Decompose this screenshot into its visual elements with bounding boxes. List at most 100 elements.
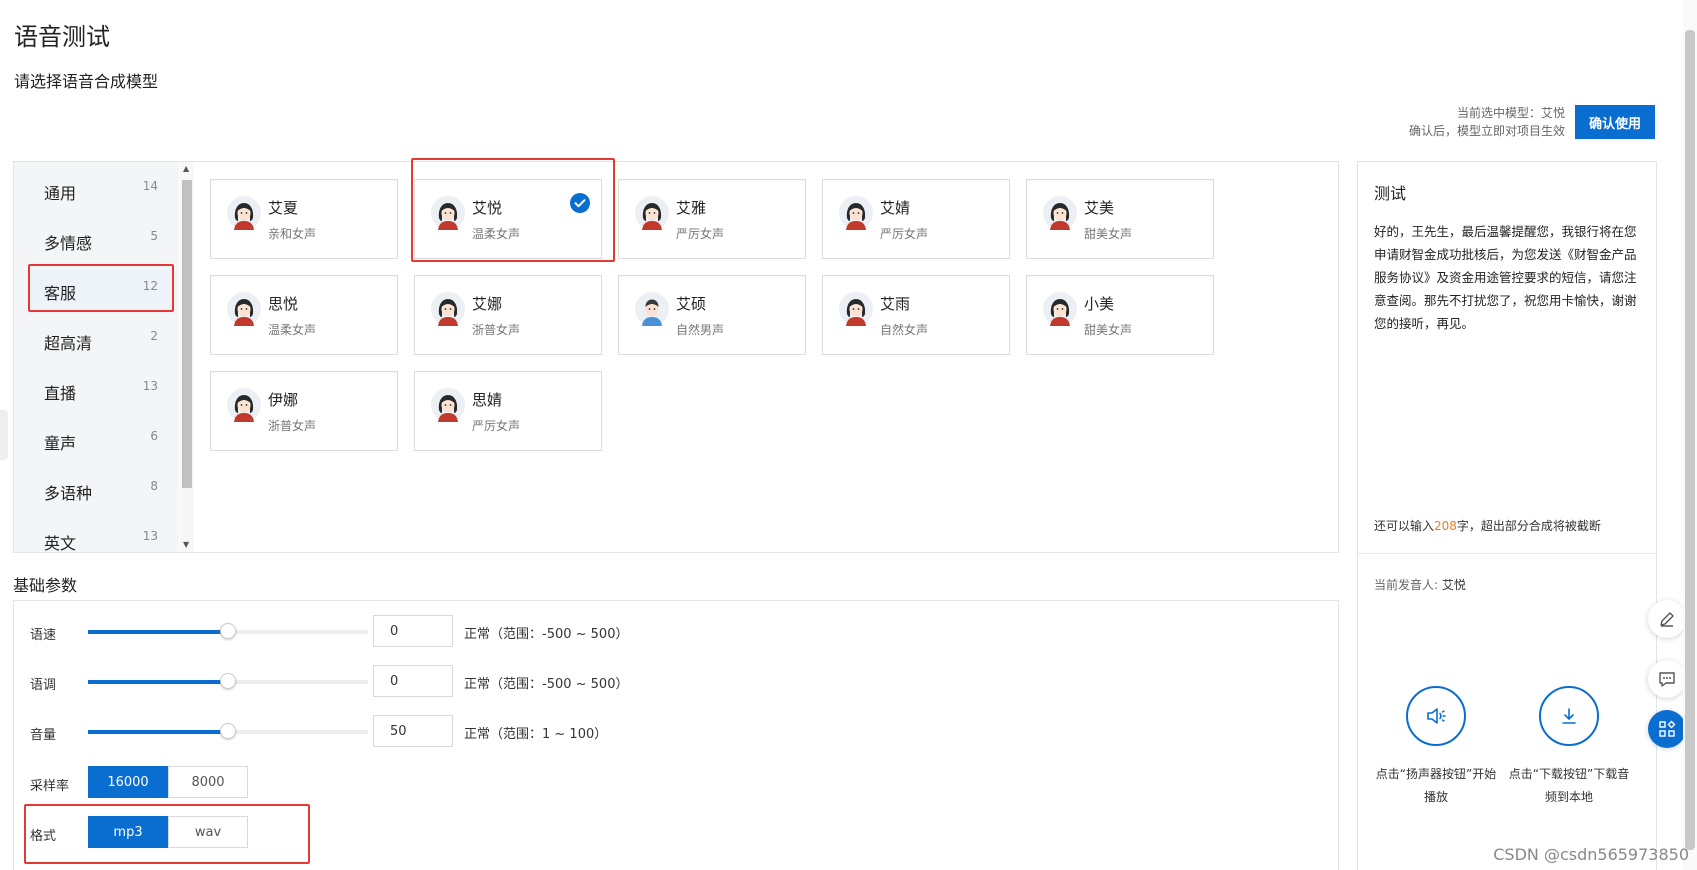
- apps-grid-icon: [1659, 720, 1676, 737]
- download-icon: [1562, 708, 1576, 724]
- model-panel: 通用 14 多情感 5 客服 12 超高清 2 直播 13 童声 6 多语种 8…: [13, 161, 1339, 553]
- category-name: 英文: [44, 534, 77, 553]
- male-avatar-icon: [635, 292, 669, 326]
- volume-input[interactable]: [373, 715, 453, 747]
- female-avatar-icon: [1043, 292, 1077, 326]
- volume-range: 正常（范围：1 ~ 100）: [464, 727, 608, 742]
- play-caption: 点击“扬声器按钮”开始播放: [1375, 767, 1497, 804]
- collapse-handle[interactable]: [0, 410, 8, 460]
- format-option-mp3[interactable]: mp3: [88, 816, 168, 848]
- category-item-multilingual[interactable]: 多语种 8: [30, 470, 174, 514]
- slider-knob[interactable]: [220, 673, 236, 689]
- category-count: 8: [150, 479, 158, 493]
- speaker-name: 艾悦: [1441, 578, 1466, 592]
- voice-description: 自然男声: [676, 323, 725, 337]
- voice-name: 艾雅: [676, 199, 707, 217]
- voice-card[interactable]: 思婧 严厉女声: [414, 371, 602, 451]
- female-avatar-icon: [635, 196, 669, 230]
- page-scrollbar-thumb[interactable]: [1685, 30, 1695, 850]
- volume-slider[interactable]: [88, 723, 368, 739]
- category-item-ultra-hd[interactable]: 超高清 2: [30, 320, 174, 364]
- voice-description: 浙普女声: [472, 323, 521, 337]
- confirm-use-button[interactable]: 确认使用: [1575, 105, 1655, 139]
- slider-fill: [88, 730, 228, 734]
- sample-rate-option-8000[interactable]: 8000: [168, 766, 248, 798]
- pitch-range: 正常（范围：-500 ~ 500）: [464, 677, 629, 692]
- pitch-input[interactable]: [373, 665, 453, 697]
- slider-knob[interactable]: [220, 723, 236, 739]
- voice-description: 严厉女声: [676, 227, 725, 241]
- category-item-child[interactable]: 童声 6: [30, 420, 174, 464]
- category-item-general[interactable]: 通用 14: [30, 170, 174, 214]
- voice-name: 艾雨: [880, 295, 911, 313]
- speed-input[interactable]: [373, 615, 453, 647]
- category-count: 2: [150, 329, 158, 343]
- pitch-label: 语调: [30, 678, 57, 693]
- format-option-wav[interactable]: wav: [168, 816, 248, 848]
- test-text-area[interactable]: 好的，王先生，最后温馨提醒您，我银行将在您申请财智金成功批核后，为您发送《财智金…: [1374, 220, 1642, 335]
- model-confirm-bar: 当前选中模型：艾悦 确认后，模型立即对项目生效 确认使用: [1409, 104, 1655, 140]
- voice-card[interactable]: 艾娜 浙普女声: [414, 275, 602, 355]
- voice-card[interactable]: 艾夏 亲和女声: [210, 179, 398, 259]
- remaining-chars: 还可以输入208字，超出部分合成将被截断: [1374, 517, 1601, 534]
- voice-description: 亲和女声: [268, 227, 317, 241]
- slider-fill: [88, 680, 228, 684]
- female-avatar-icon: [431, 388, 465, 422]
- scroll-up-icon[interactable]: ▲: [183, 164, 189, 173]
- current-speaker: 当前发音人: 艾悦: [1374, 576, 1466, 593]
- pitch-slider[interactable]: [88, 673, 368, 689]
- voice-name: 思悦: [268, 295, 299, 313]
- voice-card[interactable]: 艾婧 严厉女声: [822, 179, 1010, 259]
- pencil-icon: [1660, 612, 1674, 627]
- female-avatar-icon: [431, 292, 465, 326]
- model-info: 当前选中模型：艾悦 确认后，模型立即对项目生效: [1409, 104, 1565, 140]
- voice-name: 小美: [1084, 295, 1115, 313]
- watermark: CSDN @csdn565973850: [1493, 845, 1689, 864]
- category-count: 13: [142, 379, 158, 393]
- sample-rate-label: 采样率: [30, 779, 70, 794]
- voice-description: 严厉女声: [472, 419, 521, 433]
- female-avatar-icon: [227, 292, 261, 326]
- category-name: 超高清: [44, 334, 93, 353]
- download-button[interactable]: [1539, 686, 1599, 746]
- page-scrollbar[interactable]: [1683, 0, 1697, 870]
- category-count: 6: [150, 429, 158, 443]
- edit-float-button[interactable]: [1648, 600, 1686, 638]
- voice-card[interactable]: 伊娜 浙普女声: [210, 371, 398, 451]
- voice-card[interactable]: 艾雅 严厉女声: [618, 179, 806, 259]
- category-item-live[interactable]: 直播 13: [30, 370, 174, 414]
- test-panel: 测试 好的，王先生，最后温馨提醒您，我银行将在您申请财智金成功批核后，为您发送《…: [1357, 161, 1657, 870]
- remain-count: 208: [1434, 519, 1457, 533]
- format-toggle: mp3 wav: [88, 816, 248, 848]
- voice-description: 严厉女声: [880, 227, 929, 241]
- apps-float-button[interactable]: [1648, 710, 1686, 748]
- voice-description: 自然女声: [880, 323, 929, 337]
- scrollbar-thumb[interactable]: [182, 180, 192, 488]
- remain-suffix: 字，超出部分合成将被截断: [1456, 519, 1601, 533]
- feedback-float-button[interactable]: [1648, 660, 1686, 698]
- voice-card[interactable]: 小美 甜美女声: [1026, 275, 1214, 355]
- speaker-label: 当前发音人:: [1374, 578, 1442, 592]
- category-count: 5: [150, 229, 158, 243]
- female-avatar-icon: [839, 196, 873, 230]
- sample-rate-option-16000[interactable]: 16000: [88, 766, 168, 798]
- speed-slider[interactable]: [88, 623, 368, 639]
- voice-card[interactable]: 思悦 温柔女声: [210, 275, 398, 355]
- voice-card[interactable]: 艾雨 自然女声: [822, 275, 1010, 355]
- category-item-english[interactable]: 英文 13: [30, 520, 174, 564]
- speed-label: 语速: [30, 628, 57, 643]
- params-panel: 语速 正常（范围：-500 ~ 500） 语调 正常（范围：-500 ~ 500…: [13, 600, 1339, 870]
- voice-card[interactable]: 艾美 甜美女声: [1026, 179, 1214, 259]
- category-item-emotion[interactable]: 多情感 5: [30, 220, 174, 264]
- highlight-box-voice: [411, 158, 615, 262]
- voice-name: 艾夏: [268, 199, 299, 217]
- format-label: 格式: [30, 829, 57, 844]
- scroll-down-icon[interactable]: ▼: [183, 540, 189, 549]
- slider-knob[interactable]: [220, 623, 236, 639]
- category-scrollbar[interactable]: ▲ ▼: [180, 162, 194, 552]
- voice-card[interactable]: 艾硕 自然男声: [618, 275, 806, 355]
- play-speaker-button[interactable]: [1406, 686, 1466, 746]
- current-model-text: 当前选中模型：艾悦: [1456, 106, 1565, 120]
- category-name: 直播: [44, 384, 77, 403]
- category-name: 多情感: [44, 234, 93, 253]
